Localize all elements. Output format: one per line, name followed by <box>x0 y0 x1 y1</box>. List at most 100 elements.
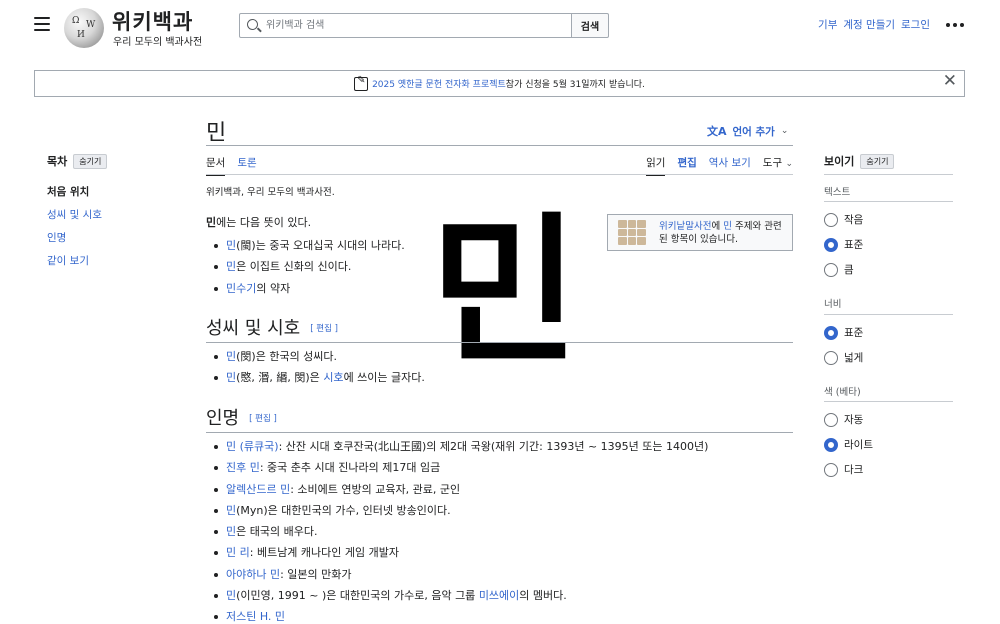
tab-talk[interactable]: 토론 <box>237 155 256 176</box>
radio-color-auto[interactable]: 자동 <box>824 412 863 427</box>
item-link[interactable]: 미쓰에이 <box>479 589 519 602</box>
more-options-icon[interactable] <box>946 22 964 27</box>
wikipedia-globe-logo[interactable]: ΩWИ <box>64 8 104 48</box>
search-box[interactable] <box>239 13 572 38</box>
section-edit-link[interactable]: [ 편집 ] <box>249 414 277 424</box>
item-text: (이민영, 1991 ~ )은 대한민국의 가수로, 음악 그룹 <box>236 589 479 603</box>
radio-color-dark[interactable]: 다크 <box>824 462 863 477</box>
radio-width-wide[interactable]: 넓게 <box>824 350 863 365</box>
intro-paragraph: 민에는 다음 뜻이 있다. <box>206 214 311 230</box>
close-icon[interactable]: ✕ <box>943 73 957 90</box>
radio-label: 표준 <box>844 239 864 251</box>
user-links: 기부 계정 만들기 로그인 <box>818 17 964 32</box>
site-notice-banner: 2025 옛한글 문헌 전자화 프로젝트 참가 신청을 5월 31일까지 받습니… <box>34 70 965 97</box>
radio-text-standard[interactable]: 표준 <box>824 237 863 252</box>
chevron-down-icon: ⌄ <box>785 159 793 169</box>
item-link[interactable]: 민 <box>226 260 236 273</box>
banner-link[interactable]: 2025 옛한글 문헌 전자화 프로젝트 <box>372 77 506 90</box>
item-text: : 베트남계 캐나다인 게임 개발자 <box>249 546 400 560</box>
radio-button-selected[interactable] <box>824 325 838 340</box>
radio-width-standard[interactable]: 표준 <box>824 325 863 340</box>
panel-divider <box>824 174 953 175</box>
list-item: 알렉산드르 민: 소비에트 연방의 교육자, 관료, 군인 <box>206 483 708 504</box>
item-link[interactable]: 민 (류큐국) <box>226 440 279 453</box>
view-tabs: 읽기 편집 역사 보기 도구 ⌄ <box>646 155 793 176</box>
radio-button[interactable] <box>824 212 838 227</box>
item-link[interactable]: 민 <box>226 589 236 602</box>
radio-text-large[interactable]: 큼 <box>824 262 854 277</box>
radio-button[interactable] <box>824 350 838 365</box>
toc-item-top[interactable]: 처음 위치 <box>47 184 102 207</box>
create-account-link[interactable]: 계정 만들기 <box>843 17 895 32</box>
donate-link[interactable]: 기부 <box>818 17 837 32</box>
tab-read[interactable]: 읽기 <box>646 155 666 176</box>
wiktionary-term-link[interactable]: 민 <box>723 221 732 232</box>
panel-divider <box>824 201 953 202</box>
people-list: 민 (류큐국): 산잔 시대 호쿠잔국(北山王國)의 제2대 국왕(재위 기간:… <box>206 440 708 624</box>
appearance-title: 보이기 <box>824 155 855 168</box>
hangul-glyph-image: 민 <box>430 199 580 387</box>
tab-edit[interactable]: 편집 <box>677 155 696 170</box>
login-link[interactable]: 로그인 <box>901 17 930 32</box>
list-item: 민 리: 베트남계 캐나다인 게임 개발자 <box>206 546 708 567</box>
toc-hide-button[interactable]: 숨기기 <box>73 154 108 169</box>
item-link[interactable]: 민 <box>226 504 236 517</box>
item-text: : 산잔 시대 호쿠잔국(北山王國)의 제2대 국왕(재위 기간: 1393년 … <box>278 440 709 453</box>
item-link[interactable]: 민 <box>226 350 236 363</box>
item-link[interactable]: 진후 민 <box>226 461 260 474</box>
wiktionary-link[interactable]: 위키낱말사전 <box>659 221 711 232</box>
site-tagline: 우리 모두의 백과사전 <box>113 37 203 48</box>
intro-list: 민(閩)는 중국 오대십국 시대의 나라다. 민은 이집트 신화의 신이다. 민… <box>206 239 405 303</box>
radio-button-selected[interactable] <box>824 437 838 452</box>
item-link[interactable]: 알렉산드르 민 <box>226 483 290 496</box>
add-languages-label: 언어 추가 <box>732 125 775 138</box>
toc-title: 목차 <box>47 155 68 168</box>
search-input[interactable] <box>266 17 566 34</box>
radio-label: 다크 <box>844 464 864 476</box>
item-link[interactable]: 민 <box>226 239 236 252</box>
main-menu-button[interactable] <box>34 17 50 31</box>
item-link[interactable]: 시호 <box>323 371 343 384</box>
radio-button[interactable] <box>824 262 838 277</box>
radio-button[interactable] <box>824 462 838 477</box>
tab-article[interactable]: 문서 <box>206 155 226 176</box>
search-icon <box>247 19 258 30</box>
section-title: 성씨 및 시호 <box>206 318 301 339</box>
item-link[interactable]: 민수기 <box>226 282 256 295</box>
list-item: 민(이민영, 1991 ~ )은 대한민국의 가수로, 음악 그룹 미쓰에이의 … <box>206 589 708 610</box>
radio-color-light[interactable]: 라이트 <box>824 437 873 452</box>
toc-heading: 목차 숨기기 <box>47 153 108 169</box>
toc-item-see-also[interactable]: 같이 보기 <box>47 253 102 276</box>
site-subtitle: 위키백과, 우리 모두의 백과사전. <box>206 187 335 198</box>
item-text: 은 태국의 배우다. <box>236 525 318 539</box>
item-link[interactable]: 민 <box>226 371 236 384</box>
tab-tools[interactable]: 도구 ⌄ <box>763 155 793 170</box>
section-divider <box>206 342 793 343</box>
item-text: (Myn)은 대한민국의 가수, 인터넷 방송인이다. <box>236 503 451 517</box>
tab-history[interactable]: 역사 보기 <box>709 155 751 170</box>
namespace-tabs: 문서 토론 <box>206 155 257 176</box>
list-item: 민(Myn)은 대한민국의 가수, 인터넷 방송인이다. <box>206 504 708 525</box>
table-of-contents: 처음 위치 성씨 및 시호 인명 같이 보기 <box>47 184 102 276</box>
section-heading-surname: 성씨 및 시호 [ 편집 ] <box>206 314 338 340</box>
site-wordmark[interactable]: 위키백과 <box>112 6 193 36</box>
item-text: 의 약자 <box>256 281 291 295</box>
item-link[interactable]: 아야하나 민 <box>226 568 280 581</box>
radio-button-selected[interactable] <box>824 237 838 252</box>
list-item: 민은 이집트 신화의 신이다. <box>206 260 405 281</box>
section-divider <box>206 432 793 433</box>
search-button[interactable]: 검색 <box>571 13 609 38</box>
appearance-hide-button[interactable]: 숨기기 <box>860 154 895 169</box>
radio-button[interactable] <box>824 412 838 427</box>
radio-text-small[interactable]: 작음 <box>824 212 863 227</box>
list-item: 민(愍, 湣, 緡, 閔)은 시호에 쓰이는 글자다. <box>206 371 425 392</box>
section-edit-link[interactable]: [ 편집 ] <box>310 324 338 334</box>
item-link[interactable]: 저스틴 H. 민 <box>226 610 285 623</box>
item-link[interactable]: 민 리 <box>226 546 250 559</box>
item-link[interactable]: 민 <box>226 525 236 538</box>
toc-item-people[interactable]: 인명 <box>47 230 102 253</box>
intro-bold: 민 <box>206 216 217 229</box>
toc-item-surname[interactable]: 성씨 및 시호 <box>47 207 102 230</box>
add-languages-button[interactable]: 文A 언어 추가 ⌄ <box>707 123 788 139</box>
list-item: 민은 태국의 배우다. <box>206 525 708 546</box>
